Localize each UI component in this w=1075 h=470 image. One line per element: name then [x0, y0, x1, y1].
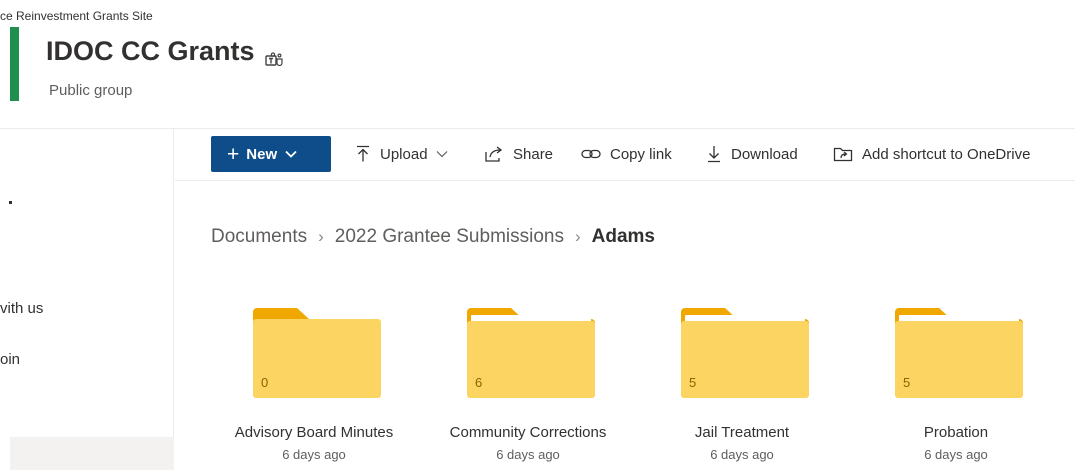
upload-label: Upload [380, 145, 428, 163]
nav-item-contact[interactable]: vith us [0, 300, 43, 317]
breadcrumb-current: Adams [591, 226, 655, 247]
copy-link-label: Copy link [610, 145, 672, 163]
nav-item-join[interactable]: oin [0, 351, 20, 368]
upload-icon [357, 145, 369, 162]
folder-icon [895, 308, 1023, 398]
folder-name[interactable]: Advisory Board Minutes [214, 424, 414, 441]
folder-icon [253, 308, 381, 398]
left-nav: vith us oin [0, 129, 174, 470]
new-button[interactable]: + New [211, 136, 331, 172]
site-title[interactable]: IDOC CC Grants [46, 36, 283, 67]
nav-item-bullet [9, 201, 12, 204]
site-breadcrumb[interactable]: ce Reinvestment Grants Site [0, 9, 153, 23]
folder-name[interactable]: Probation [856, 424, 1056, 441]
share-icon [485, 146, 503, 162]
share-button[interactable]: Share [484, 142, 553, 166]
folder-item-count: 6 [475, 375, 483, 390]
add-shortcut-label: Add shortcut to OneDrive [862, 145, 1031, 163]
share-label: Share [513, 145, 554, 163]
copy-link-button[interactable]: Copy link [581, 142, 672, 166]
link-icon [581, 149, 601, 159]
group-privacy-label: Public group [49, 82, 133, 99]
folder-modified: 6 days ago [282, 447, 346, 462]
breadcrumb-grantee-submissions[interactable]: 2022 Grantee Submissions [335, 226, 564, 248]
download-button[interactable]: Download [706, 142, 798, 166]
folder-tile[interactable]: 5 Jail Treatment 6 days ago [642, 306, 842, 470]
breadcrumb-documents[interactable]: Documents [211, 226, 307, 248]
download-icon [708, 146, 720, 163]
folder-tile[interactable]: 6 Community Corrections 6 days ago [428, 306, 628, 470]
folder-icon [467, 308, 595, 398]
folder-item-count: 0 [261, 375, 269, 390]
command-bar: + New Upload Share Copy link Download Ad… [175, 129, 1075, 181]
site-title-text[interactable]: IDOC CC Grants [46, 36, 255, 67]
chevron-right-icon: › [318, 227, 324, 246]
nav-footer-panel [10, 437, 174, 470]
chevron-down-icon [285, 150, 297, 158]
download-label: Download [731, 145, 798, 163]
add-shortcut-button[interactable]: Add shortcut to OneDrive [833, 142, 1030, 166]
chevron-right-icon: › [574, 227, 581, 246]
folder-tile[interactable]: 5 Probation 6 days ago [856, 306, 1056, 470]
plus-icon: + [227, 142, 240, 166]
folder-modified: 6 days ago [924, 447, 988, 462]
folder-modified: 6 days ago [496, 447, 560, 462]
folder-item-count: 5 [689, 375, 697, 390]
folder-name[interactable]: Community Corrections [428, 424, 628, 441]
folder-item-count: 5 [903, 375, 911, 390]
new-button-label: New [246, 145, 278, 163]
teams-icon[interactable] [264, 44, 283, 66]
folder-modified: 6 days ago [710, 447, 774, 462]
site-logo-bar [10, 27, 19, 101]
folder-icon [681, 308, 809, 398]
shortcut-icon [833, 147, 853, 162]
upload-button[interactable]: Upload [355, 142, 457, 166]
chevron-down-icon [436, 151, 447, 158]
folder-tile[interactable]: 0 Advisory Board Minutes 6 days ago [214, 306, 414, 470]
folder-name[interactable]: Jail Treatment [642, 424, 842, 441]
breadcrumb: Documents › 2022 Grantee Submissions › A… [211, 226, 655, 248]
